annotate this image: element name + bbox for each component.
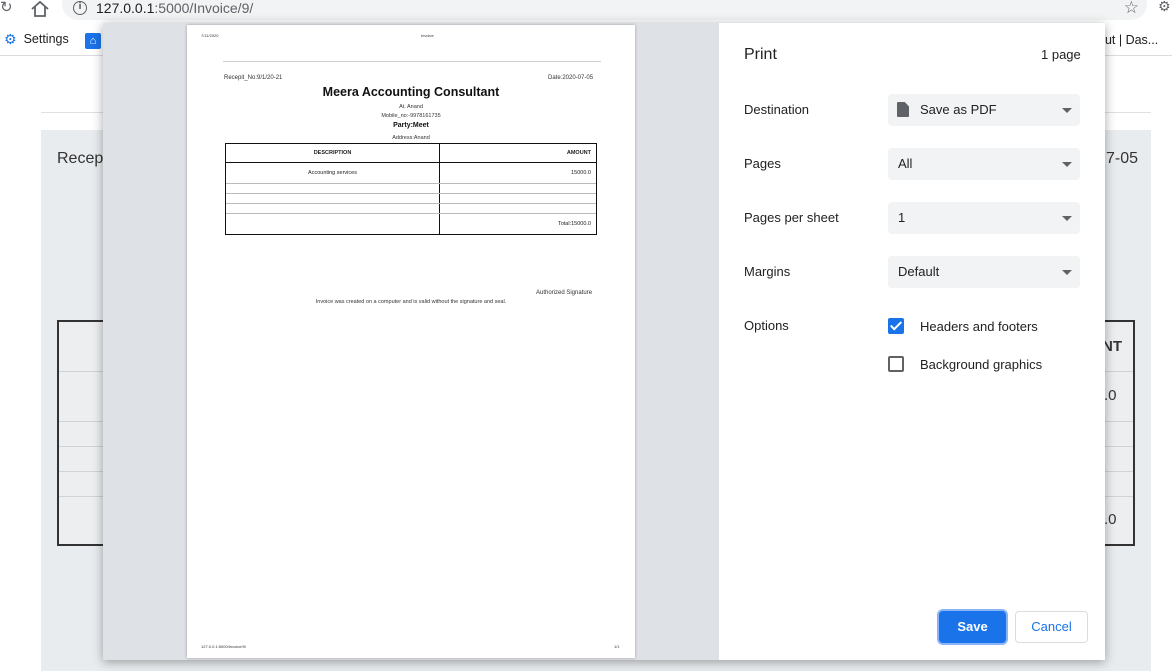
preview-row-description: Accounting services [308,170,357,176]
save-button[interactable]: Save [939,611,1006,643]
bookmark-settings-label: Settings [23,32,69,46]
pages-per-sheet-select[interactable]: 1 [888,202,1080,234]
pages-select[interactable]: All [888,148,1080,180]
background-amount-header: NT [1102,338,1122,355]
preview-table-column-divider [439,144,440,234]
background-date-text: 7-05 [1106,150,1139,167]
headers-footers-checkbox[interactable] [888,318,904,334]
background-graphics-label[interactable]: Background graphics [920,357,1042,372]
bookmark-right-label[interactable]: out | Das... [1098,33,1158,47]
preview-location: At. Anand [399,104,423,110]
url-path: :5000/Invoice/9/ [154,0,254,16]
headers-footers-label[interactable]: Headers and footers [920,319,1038,334]
bookmark-star-icon[interactable]: ☆ [1124,0,1139,18]
print-title: Print [744,46,777,63]
preview-note: Invoice was created on a computer and is… [315,299,507,305]
margins-select[interactable]: Default [888,256,1080,288]
extension-icon[interactable]: ⚙ [1158,0,1171,15]
print-settings-panel: Print 1 page Destination Save as PDF Pag… [719,23,1105,660]
settings-gear-icon: ⚙ [4,31,17,47]
background-receipt-text: Recepi [57,150,107,167]
preview-invoice-table: DESCRIPTION AMOUNT Accounting services 1… [225,143,597,235]
destination-label: Destination [744,102,810,117]
url-host: 127.0.0.1 [96,0,155,16]
preview-mobile: Mobile_no:-9978161735 [381,113,441,119]
preview-table-row-line [226,203,596,204]
preview-table-row-line [226,193,596,194]
destination-value: Save as PDF [920,102,997,117]
background-total-value: .0 [1104,511,1117,528]
print-preview-area: 7/11/2020 Invoice Recepit_No:9/1/20-21 D… [103,23,719,660]
background-graphics-checkbox[interactable] [888,356,904,372]
omnibox[interactable]: i 127.0.0.1:5000/Invoice/9/ ☆ [62,0,1147,20]
preview-address: Address:Anand [392,135,430,141]
preview-date: Date:2020-07-05 [548,75,594,81]
pages-per-sheet-label: Pages per sheet [744,210,839,225]
pages-value: All [898,156,913,171]
document-icon [897,102,909,117]
preview-receipt-no: Recepit_No:9/1/20-21 [224,75,283,81]
address-bar: ↻ i 127.0.0.1:5000/Invoice/9/ ☆ ⚙ [0,0,1172,24]
home-icon[interactable] [30,0,50,18]
preview-col-amount: AMOUNT [566,150,591,156]
preview-divider [223,61,601,62]
preview-footer-page: 1/1 [614,644,620,649]
chevron-down-icon [1062,162,1072,167]
preview-col-description: DESCRIPTION [313,150,352,156]
background-amount-value: .0 [1104,387,1117,404]
bookmark-settings[interactable]: ⚙ Settings [4,32,69,46]
margins-value: Default [898,264,940,279]
site-info-icon[interactable]: i [73,1,87,15]
pages-per-sheet-value: 1 [898,210,906,225]
cancel-button[interactable]: Cancel [1015,611,1088,643]
preview-header-date: 7/11/2020 [201,33,219,38]
preview-company-name: Meera Accounting Consultant [322,85,500,99]
chevron-down-icon [1062,108,1072,113]
margins-label: Margins [744,264,791,279]
preview-table-header-line [226,162,596,163]
preview-footer-url: 127.0.0.1:5000/Invoice/9/ [201,644,246,649]
pages-label: Pages [744,156,781,171]
preview-table-row-line [226,183,596,184]
destination-select[interactable]: Save as PDF [888,94,1080,126]
preview-sheet: 7/11/2020 Invoice Recepit_No:9/1/20-21 D… [187,25,635,658]
preview-total: Total:15000.0 [557,221,591,227]
page-count: 1 page [1041,47,1081,62]
preview-header-title: Invoice [421,33,434,38]
reload-icon[interactable]: ↻ [0,0,13,16]
preview-row-amount: 15000.0 [571,170,591,176]
print-dialog: 7/11/2020 Invoice Recepit_No:9/1/20-21 D… [103,23,1105,660]
chevron-down-icon [1062,270,1072,275]
bookmark-home-icon[interactable]: ⌂ [85,33,101,49]
preview-signature: Authorized Signature [536,290,593,296]
chevron-down-icon [1062,216,1072,221]
options-label: Options [744,318,789,333]
preview-party: Party:Meet [393,122,429,129]
url-text[interactable]: 127.0.0.1:5000/Invoice/9/ [96,0,253,16]
preview-table-row-line [226,213,596,214]
